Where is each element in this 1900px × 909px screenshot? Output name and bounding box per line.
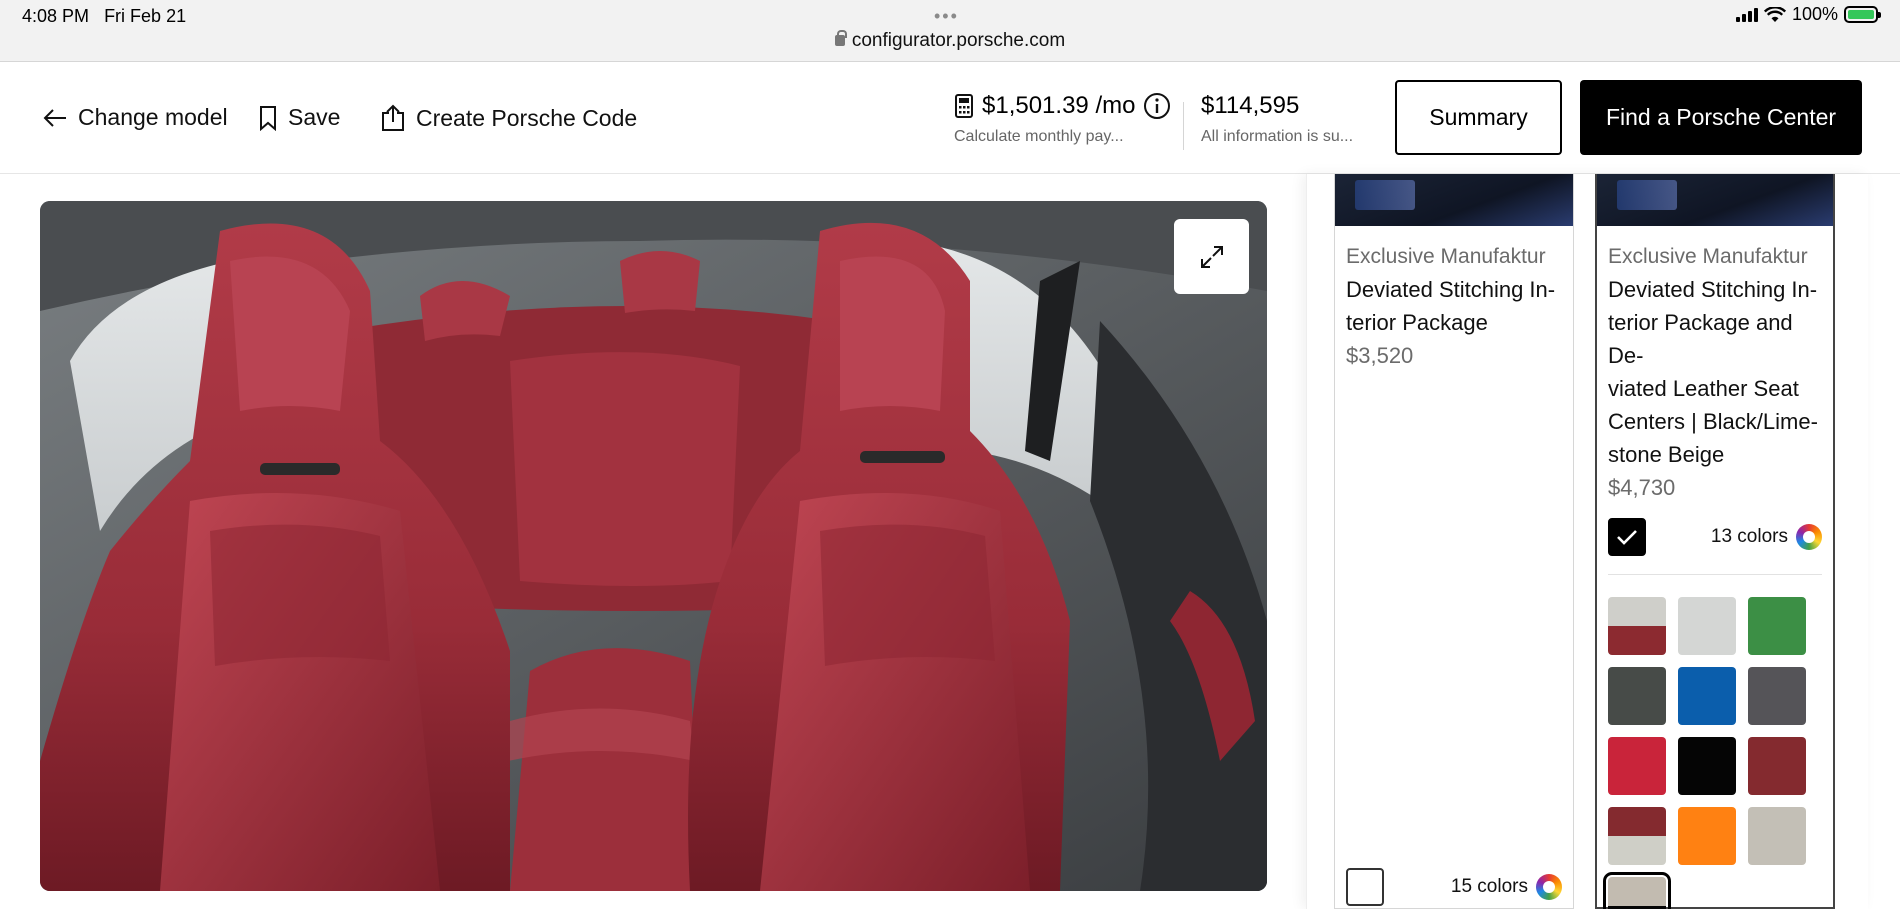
option-checkbox-checked[interactable] <box>1608 518 1646 556</box>
option-card-stitching-and-leather[interactable]: Exclusive Manufaktur Deviated Stitching … <box>1595 174 1835 909</box>
color-swatch[interactable] <box>1678 737 1736 795</box>
fullscreen-button[interactable] <box>1174 219 1249 294</box>
color-swatch[interactable] <box>1603 872 1671 909</box>
color-wheel-icon <box>1796 524 1822 550</box>
option-thumbnail <box>1335 174 1573 226</box>
color-swatch[interactable] <box>1748 667 1806 725</box>
total-price-value: $114,595 <box>1201 92 1300 119</box>
divider <box>1608 574 1822 575</box>
checkmark-icon <box>1617 530 1637 545</box>
option-name: viated Leather Seat <box>1608 376 1799 401</box>
interior-preview-image <box>40 201 1267 891</box>
share-icon <box>382 104 404 131</box>
calculator-icon <box>955 94 973 118</box>
option-category: Exclusive Manufaktur <box>1346 245 1546 268</box>
option-name: Centers | Black/Lime- <box>1608 409 1818 434</box>
option-name: terior Package <box>1346 310 1488 335</box>
monthly-price: $1,501.39 /mo <box>982 92 1136 119</box>
option-card-stitching-package[interactable]: Exclusive Manufaktur Deviated Stitching … <box>1334 174 1574 909</box>
address-bar[interactable]: configurator.porsche.com <box>0 30 1900 52</box>
save-label: Save <box>288 104 341 130</box>
summary-button[interactable]: Summary <box>1395 80 1562 155</box>
monthly-payment[interactable]: $1,501.39 /mo Calculate monthly pay... <box>954 92 1171 146</box>
create-code-label: Create Porsche Code <box>416 104 638 131</box>
find-porsche-center-button[interactable]: Find a Porsche Center <box>1580 80 1862 155</box>
color-count-label: 15 colors <box>1450 876 1528 897</box>
option-category: Exclusive Manufaktur <box>1608 245 1808 268</box>
battery-icon <box>1844 6 1881 23</box>
color-swatch[interactable] <box>1678 667 1736 725</box>
info-icon[interactable] <box>1143 92 1171 120</box>
option-name: Deviated Stitching In- <box>1346 277 1556 302</box>
cellular-signal-icon <box>1735 7 1758 22</box>
option-name: Deviated Stitching In- <box>1608 277 1818 302</box>
status-time: 4:08 PM Fri Feb 21 <box>22 6 186 27</box>
change-model-label: Change model <box>78 104 228 130</box>
color-swatch[interactable] <box>1748 597 1806 655</box>
time-text: 4:08 PM <box>22 6 90 26</box>
total-price-caption: All information is su... <box>1201 128 1354 145</box>
status-indicators: 100% <box>1735 4 1881 25</box>
wifi-icon <box>1763 6 1786 22</box>
option-price: $4,730 <box>1608 475 1676 500</box>
divider <box>1183 102 1184 150</box>
create-porsche-code-button[interactable]: Create Porsche Code <box>380 104 637 132</box>
date-text: Fri Feb 21 <box>104 6 187 26</box>
lock-icon <box>834 30 847 46</box>
option-select-row: 15 colors <box>1346 868 1562 906</box>
color-swatch[interactable] <box>1608 667 1666 725</box>
option-name: terior Package and De- <box>1608 310 1793 368</box>
save-button[interactable]: Save <box>258 104 340 131</box>
configurator-toolbar: Change model Save Create Porsche Code $1… <box>0 62 1900 174</box>
option-select-row: 13 colors <box>1608 518 1822 556</box>
car-interior-illustration <box>40 201 1267 891</box>
color-swatch[interactable] <box>1748 737 1806 795</box>
interior-options-panel: Exclusive Manufaktur Deviated Stitching … <box>1306 174 1868 909</box>
option-checkbox[interactable] <box>1346 868 1384 906</box>
url-text: configurator.porsche.com <box>851 30 1066 51</box>
total-price: $114,595 All information is su... <box>1201 92 1353 146</box>
expand-icon <box>1200 245 1223 268</box>
color-swatch[interactable] <box>1678 597 1736 655</box>
color-swatch[interactable] <box>1608 597 1666 655</box>
multitasking-dots-icon[interactable]: ••• <box>934 6 959 27</box>
color-swatch-grid <box>1603 597 1822 909</box>
bookmark-icon <box>260 105 276 131</box>
monthly-price-caption: Calculate monthly pay... <box>954 128 1124 145</box>
color-count[interactable]: 13 colors <box>1711 524 1822 550</box>
color-swatch[interactable] <box>1608 807 1666 865</box>
color-wheel-icon <box>1536 874 1562 900</box>
battery-percent: 100% <box>1791 4 1838 24</box>
color-count-label: 13 colors <box>1710 526 1788 547</box>
color-swatch[interactable] <box>1678 807 1736 865</box>
status-bar: 4:08 PM Fri Feb 21 ••• configurator.pors… <box>0 0 1900 62</box>
option-thumbnail <box>1597 174 1833 226</box>
change-model-button[interactable]: Change model <box>42 104 228 131</box>
option-price: $3,520 <box>1346 343 1414 368</box>
color-swatch[interactable] <box>1608 737 1666 795</box>
option-name: stone Beige <box>1608 442 1725 467</box>
color-swatch[interactable] <box>1748 807 1806 865</box>
arrow-left-icon <box>43 108 66 127</box>
color-count[interactable]: 15 colors <box>1451 874 1562 900</box>
